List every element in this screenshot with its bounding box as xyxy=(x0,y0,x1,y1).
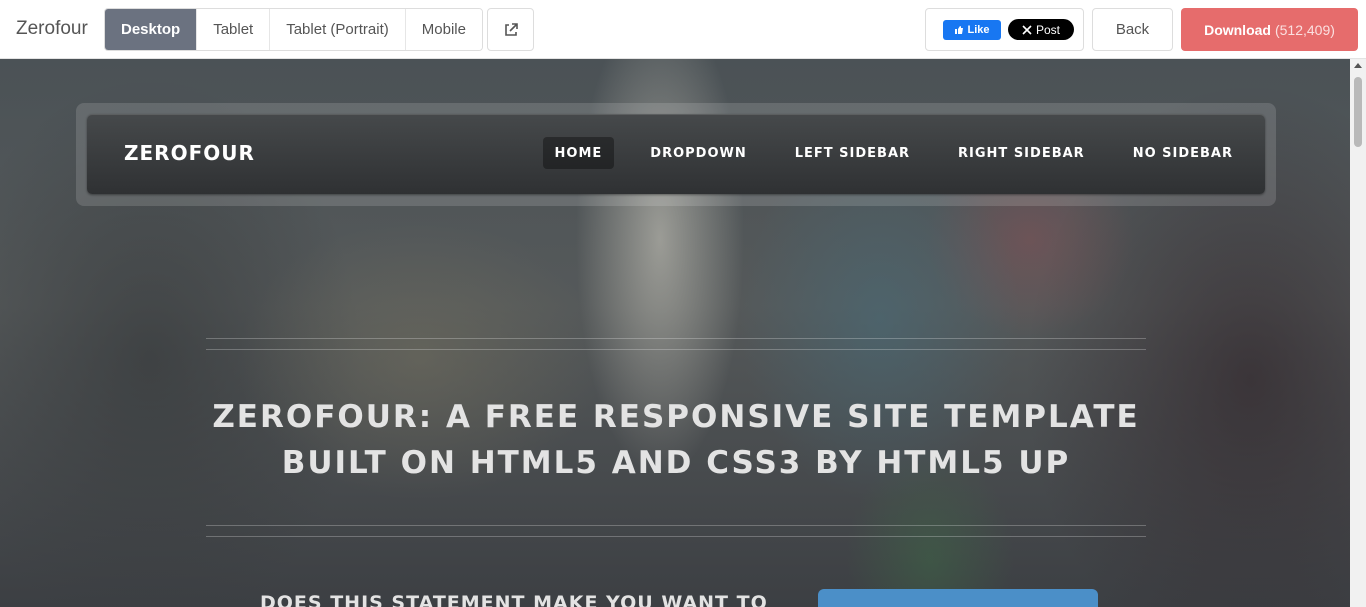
open-external-button[interactable] xyxy=(487,8,534,51)
download-label: Download xyxy=(1204,21,1271,38)
nav-home[interactable]: HOME xyxy=(542,137,615,169)
site-logo[interactable]: ZEROFOUR xyxy=(124,141,255,165)
download-button[interactable]: Download (512,409) xyxy=(1181,8,1358,51)
scroll-thumb[interactable] xyxy=(1354,77,1362,147)
cta-statement: DOES THIS STATEMENT MAKE YOU WANT TO xyxy=(260,592,768,607)
template-preview: ZEROFOUR HOME DROPDOWN LEFT SIDEBAR RIGH… xyxy=(0,59,1350,607)
hero-headline-line-1: ZEROFOUR: A FREE RESPONSIVE SITE TEMPLAT… xyxy=(212,399,1140,435)
x-post-label: Post xyxy=(1035,22,1060,37)
nav-dropdown[interactable]: DROPDOWN xyxy=(638,137,758,169)
device-tablet-button[interactable]: Tablet xyxy=(197,9,271,50)
external-link-icon xyxy=(504,22,518,36)
facebook-like-button[interactable]: Like xyxy=(943,20,1001,40)
x-post-button[interactable]: Post xyxy=(1008,19,1074,40)
hero-headline-line-2: BUILT ON HTML5 AND CSS3 BY HTML5 UP xyxy=(281,445,1071,481)
site-nav: HOME DROPDOWN LEFT SIDEBAR RIGHT SIDEBAR… xyxy=(529,137,1245,169)
cta-button[interactable] xyxy=(818,589,1098,607)
preview-toolbar: Zerofour Desktop Tablet Tablet (Portrait… xyxy=(0,0,1366,59)
social-buttons: Like Post xyxy=(925,8,1084,51)
divider-bottom-1 xyxy=(206,525,1146,526)
nav-no-sidebar[interactable]: NO SIDEBAR xyxy=(1121,137,1245,169)
device-mobile-button[interactable]: Mobile xyxy=(405,9,482,50)
page-scrollbar[interactable] xyxy=(1350,59,1366,607)
x-logo-icon xyxy=(1022,24,1032,35)
template-name: Zerofour xyxy=(16,18,88,39)
nav-left-sidebar[interactable]: LEFT SIDEBAR xyxy=(783,137,922,169)
device-tablet-portrait-button[interactable]: Tablet (Portrait) xyxy=(270,9,406,50)
device-switcher: Desktop Tablet Tablet (Portrait) Mobile xyxy=(104,8,483,51)
device-desktop-button[interactable]: Desktop xyxy=(105,9,198,50)
back-button[interactable]: Back xyxy=(1092,8,1173,51)
site-header-wrapper: ZEROFOUR HOME DROPDOWN LEFT SIDEBAR RIGH… xyxy=(76,103,1276,206)
thumbs-up-icon xyxy=(955,26,964,34)
site-header: ZEROFOUR HOME DROPDOWN LEFT SIDEBAR RIGH… xyxy=(87,114,1265,194)
scroll-up-arrow-icon[interactable] xyxy=(1354,63,1362,68)
divider-top-1 xyxy=(206,338,1146,339)
nav-right-sidebar[interactable]: RIGHT SIDEBAR xyxy=(946,137,1097,169)
facebook-like-label: Like xyxy=(967,24,990,36)
download-count: (512,409) xyxy=(1274,21,1335,38)
divider-bottom-2 xyxy=(206,536,1146,537)
hero-headline: ZEROFOUR: A FREE RESPONSIVE SITE TEMPLAT… xyxy=(206,394,1146,486)
divider-top-2 xyxy=(206,349,1146,350)
